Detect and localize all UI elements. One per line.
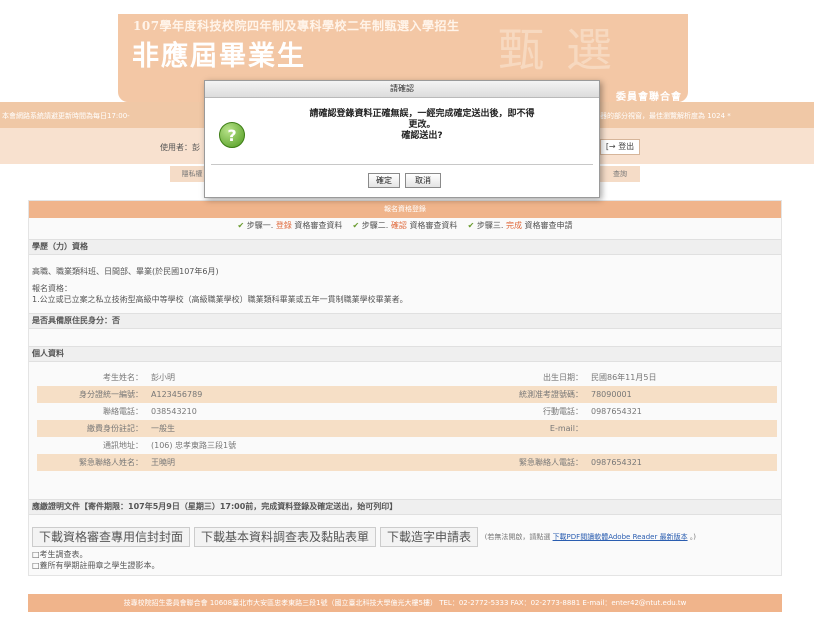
name-label: 考生姓名： [103,373,143,382]
id-label: 身分證統一編號： [79,390,143,399]
education-heading: 學歷（力）資格 [29,239,781,255]
pdf-note: (若無法開啟，請點選 下載PDF閱讀軟體Adobe Reader 最新版本 。) [485,532,696,542]
notice-right: 器的部分視窗，最佳瀏覽解析度為 1024 * [600,112,731,120]
table-row: 身分證統一編號： A123456789 統測准考證號碼： 78090001 [37,386,777,403]
table-row: 緊急聯絡人姓名： 王曉明 緊急聯絡人電話： 0987654321 [37,454,777,471]
footer: 技專校院招生委員會聯合會 10608臺北市大安區忠孝東路三段1號（國立臺北科技大… [28,594,782,612]
user-label: 使用者：彭 [160,143,200,152]
personal-heading: 個人資料 [29,346,781,362]
mobile-value: 0987654321 [591,407,642,416]
aboriginal-status: 是否具備原住民身分：否 [29,313,781,329]
step1-highlight: 登錄 [275,221,292,230]
step1-text: 資格審查資料 [294,221,343,230]
banner-title: 非應屆畢業生 [132,41,306,72]
qualification-label: 報名資格： [32,284,72,293]
table-row: 聯絡電話： 038543210 行動電話： 0987654321 [37,403,777,420]
step3-highlight: 完成 [505,221,522,230]
birth-value: 民國86年11月5日 [591,373,657,382]
query-tab[interactable]: 查詢 [600,166,640,182]
check-icon: ✔ [352,221,360,230]
table-row: 通訊地址： (106) 忠孝東路三段1號 [37,437,777,454]
name-value: 彭小明 [151,373,175,382]
exam-number-label: 統測准考證號碼： [519,390,583,399]
download-survey-button[interactable]: 下載基本資料調查表及黏貼表單 [194,527,377,547]
confirm-dialog: 請確認 ? 請確認登錄資料正確無誤，一經完成確定送出後，即不得 更改。 確認送出… [204,80,600,198]
registration-title: 報名資格登錄 [29,201,781,218]
email-value [587,420,777,437]
exam-number-value: 78090001 [591,390,632,399]
emergency-name-label: 緊急聯絡人姓名： [79,458,143,467]
phone-label: 聯絡電話： [103,407,143,416]
emergency-name-value: 王曉明 [151,458,175,467]
dialog-divider [211,164,593,165]
mobile-label: 行動電話： [543,407,583,416]
adobe-reader-link[interactable]: 下載PDF閱讀軟體Adobe Reader 最新版本 [553,533,688,541]
notice-left: 本會網路系統請避更新時間為每日17:00- [2,112,130,120]
banner-decoration: 甄選 [498,23,634,77]
cancel-button[interactable]: 取消 [405,173,441,188]
email-label: E-mail： [549,424,583,433]
document-item: □考生調查表。 [32,550,88,559]
banner-subtitle: 107學年度科技校院四年制及專科學校二年制甄選入學招生 [133,19,460,33]
confirm-button[interactable]: 確定 [368,173,400,188]
personal-info-table: 考生姓名： 彭小明 出生日期： 民國86年11月5日 身分證統一編號： A123… [37,369,777,471]
question-icon: ? [219,122,245,148]
logout-icon: [→ [605,142,619,151]
document-item: □蓋所有學期註冊章之學生證影本。 [32,561,160,570]
phone-value: 038543210 [151,407,197,416]
birth-label: 出生日期： [543,373,583,382]
step3-prefix: 步驟三. [476,221,504,230]
dialog-line: 更改。 [408,120,436,130]
dialog-message: 請確認登錄資料正確無誤，一經完成確定送出後，即不得 更改。 確認送出? [257,109,587,142]
check-icon: ✔ [237,221,245,230]
step3-text: 資格審查申請 [524,221,573,230]
id-value: A123456789 [151,390,203,399]
step2-prefix: 步驟二. [361,221,389,230]
address-value: (106) 忠孝東路三段1號 [151,441,237,450]
step1-prefix: 步驟一. [246,221,274,230]
education-line: 高職、職業類科班、日間部、畢業(於民國107年6月) [32,267,219,276]
pdf-note-prefix: (若無法開啟，請點選 [484,533,551,541]
emergency-phone-label: 緊急聯絡人電話： [519,458,583,467]
address-label: 通訊地址： [103,441,143,450]
check-icon: ✔ [467,221,475,230]
dialog-line: 確認送出? [401,131,443,141]
steps-indicator: ✔ 步驟一. 登錄 資格審查資料 ✔ 步驟二. 確認 資格審查資料 ✔ 步驟三.… [29,220,781,231]
step2-text: 資格審查資料 [409,221,458,230]
download-character-form-button[interactable]: 下載造字申請表 [380,527,479,547]
logout-button[interactable]: [→ 登出 [600,139,640,155]
table-row: 繳費身份註記： 一般生 E-mail： [37,420,777,437]
download-envelope-button[interactable]: 下載資格審查專用信封封面 [32,527,191,547]
table-row: 考生姓名： 彭小明 出生日期： 民國86年11月5日 [37,369,777,386]
pdf-note-suffix: 。) [689,533,697,541]
fee-status-value: 一般生 [151,424,175,433]
main-panel: 報名資格登錄 ✔ 步驟一. 登錄 資格審查資料 ✔ 步驟二. 確認 資格審查資料… [28,200,782,576]
documents-heading: 應繳證明文件【寄件期限：107年5月9日（星期三）17:00前，完成資料登錄及確… [29,499,781,515]
emergency-phone-value: 0987654321 [591,458,642,467]
qualification-text: 1.公立或已立案之私立技術型高級中等學校（高級職業學校）職業類科畢業或五年一貫制… [32,295,408,304]
banner-council-name: 委員會聯合會 [616,92,682,102]
step2-highlight: 確認 [390,221,407,230]
logout-label: 登出 [618,142,635,151]
download-buttons: 下載資格審查專用信封封面 下載基本資料調查表及黏貼表單 下載造字申請表 (若無法開啟… [32,527,696,549]
dialog-line: 請確認登錄資料正確無誤，一經完成確定送出後，即不得 [309,109,535,119]
fee-status-label: 繳費身份註記： [87,424,143,433]
dialog-title: 請確認 [205,81,599,98]
